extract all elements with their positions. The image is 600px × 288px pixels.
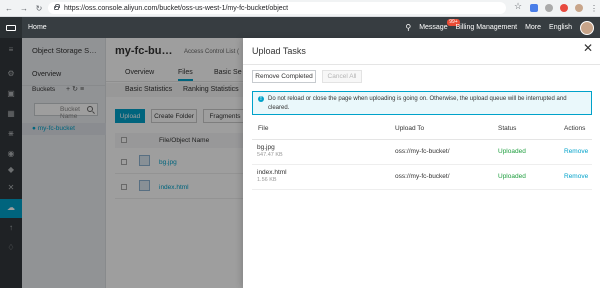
task-destination: oss://my-fc-bucket/ [395,148,450,155]
task-status: Uploaded [498,173,526,180]
modal-overlay[interactable] [0,38,243,288]
task-file-name: bg.jpg [257,144,275,151]
remove-link[interactable]: Remove [564,148,588,155]
avatar[interactable] [580,20,594,35]
search-icon[interactable]: ⚲ [405,23,411,32]
forward-icon[interactable]: → [18,2,30,14]
remove-link[interactable]: Remove [564,173,588,180]
profile-icon[interactable] [575,4,583,12]
table-row: index.html 1.56 KB oss://my-fc-bucket/ U… [252,165,592,190]
task-destination: oss://my-fc-bucket/ [395,173,450,180]
billing-link[interactable]: Billing Management [456,24,517,31]
extension-icon[interactable] [560,4,568,12]
task-file-size: 1.56 KB [257,177,277,183]
task-file-size: 547.47 KB [257,152,283,158]
url-text: https://oss.console.aliyun.com/bucket/os… [64,4,289,12]
more-link[interactable]: More [525,24,541,31]
upload-tasks-panel: Upload Tasks ✕ Remove Completed Cancel A… [243,38,600,288]
column-actions: Actions [564,125,586,132]
divider [243,64,600,65]
console-logo-icon[interactable] [0,17,22,38]
task-status: Uploaded [498,148,526,155]
extension-icon[interactable] [545,4,553,12]
column-status: Status [498,125,517,132]
column-upload-to: Upload To [395,125,425,132]
message-label: Message [419,24,448,31]
cancel-all-button[interactable]: Cancel All [322,70,362,83]
extension-icon[interactable] [530,4,538,12]
task-file-name: index.html [257,169,287,176]
notice-text: Do not reload or close the page when upl… [268,96,567,111]
message-link[interactable]: Message 99+ [419,19,460,31]
column-file: File [258,125,269,132]
reload-icon[interactable]: ↻ [33,2,45,14]
back-icon[interactable]: ← [3,2,15,14]
remove-completed-button[interactable]: Remove Completed [252,70,316,83]
lock-icon [54,4,60,10]
home-link[interactable]: Home [28,24,47,31]
language-link[interactable]: English [549,24,572,31]
info-icon: ! [258,96,264,102]
upload-notice: ! Do not reload or close the page when u… [252,91,592,115]
bookmark-star-icon[interactable]: ☆ [514,1,522,12]
table-row: bg.jpg 547.47 KB oss://my-fc-bucket/ Upl… [252,140,592,165]
console-topbar: Home ⚲ Message 99+ Billing Management Mo… [0,17,600,38]
browser-toolbar: ← → ↻ https://oss.console.aliyun.com/buc… [0,0,600,17]
address-bar[interactable]: https://oss.console.aliyun.com/bucket/os… [48,2,506,14]
menu-icon[interactable]: ⋮ [588,2,600,14]
panel-title: Upload Tasks [252,46,306,56]
close-icon[interactable]: ✕ [582,42,594,54]
